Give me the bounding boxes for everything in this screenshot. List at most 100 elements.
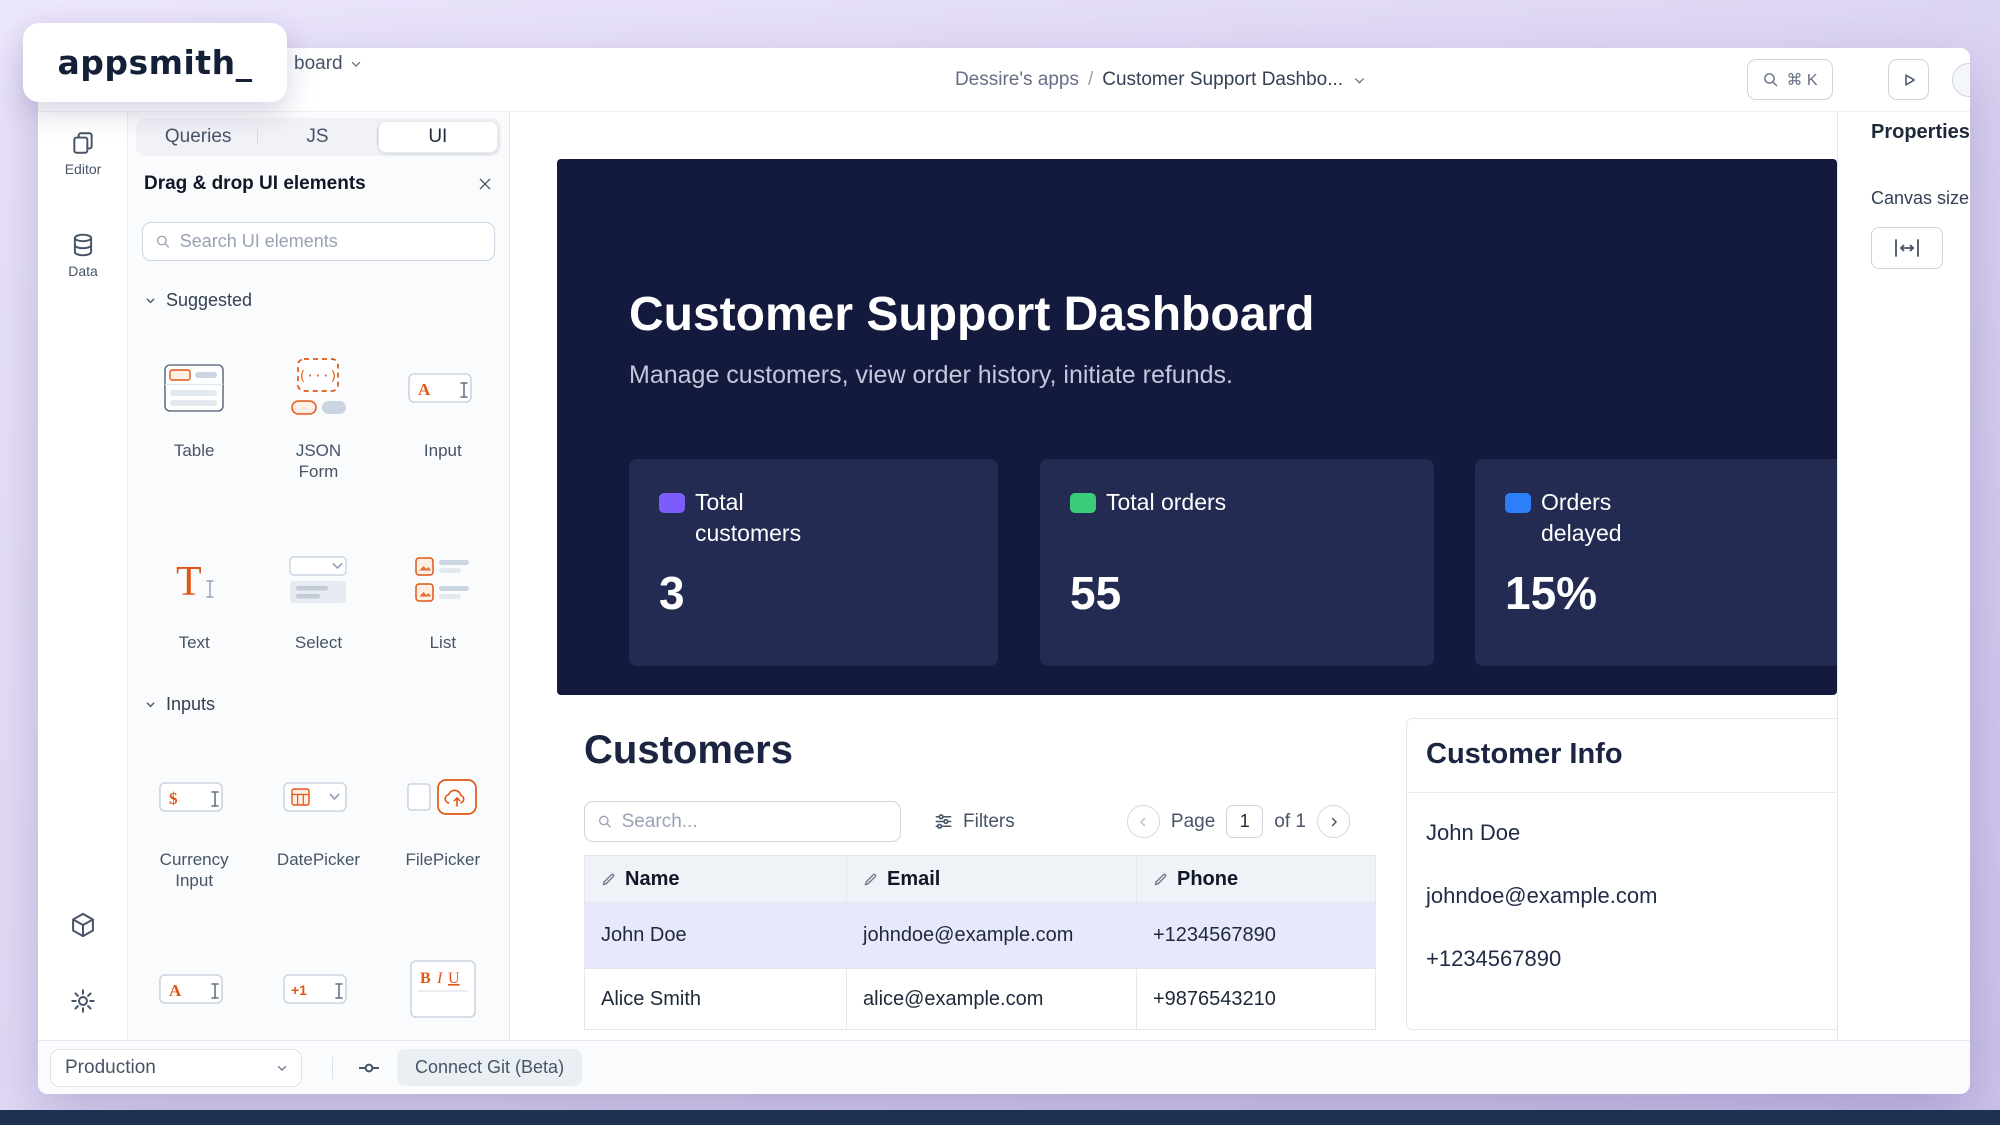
search-icon — [1762, 71, 1779, 88]
widget-label: FilePicker — [406, 849, 481, 870]
column-label: Name — [625, 868, 679, 891]
settings-button[interactable] — [38, 987, 128, 1015]
panel-title: Drag & drop UI elements — [144, 173, 366, 195]
prev-page-button[interactable] — [1127, 805, 1160, 838]
libraries-button[interactable] — [38, 911, 128, 939]
currency-input-widget-icon: $ — [159, 745, 229, 849]
widget-card-datepicker[interactable]: DatePicker — [256, 745, 380, 891]
connect-git-button[interactable]: Connect Git (Beta) — [397, 1049, 582, 1086]
appsmith-logo-card: appsmith_ — [23, 23, 287, 102]
json-form-widget-icon: (···) — [285, 336, 351, 440]
chevron-down-icon — [144, 294, 157, 307]
widget-card-filepicker[interactable]: FilePicker — [381, 745, 505, 891]
customer-info-card[interactable]: Customer Info John Doe johndoe@example.c… — [1406, 718, 1837, 1030]
next-page-button[interactable] — [1317, 805, 1350, 838]
stat-chip-green — [1070, 493, 1096, 513]
widget-card-input-2[interactable]: A Input — [132, 937, 256, 1040]
widget-card-rich-text[interactable]: BIU Rich Text Editor — [381, 937, 505, 1040]
svg-text:A: A — [169, 981, 182, 1000]
omnibar-search[interactable]: ⌘ K — [1747, 59, 1833, 100]
tab-queries[interactable]: Queries — [139, 121, 257, 153]
widget-card-select[interactable]: Select — [256, 528, 380, 653]
filters-button[interactable]: Filters — [934, 801, 1015, 842]
widget-search[interactable] — [142, 222, 495, 261]
preview-run-button[interactable] — [1888, 59, 1929, 100]
tab-js[interactable]: JS — [258, 121, 376, 153]
customer-info-name: John Doe — [1426, 819, 1520, 847]
widget-card-list[interactable]: List — [381, 528, 505, 653]
sidebar-item-data[interactable]: Data — [38, 232, 128, 279]
widget-card-input[interactable]: A Input — [381, 336, 505, 482]
tab-label: UI — [428, 126, 447, 148]
stat-label: Total orders — [1106, 487, 1256, 518]
stat-card-orders-delayed[interactable]: Orders delayed 15% — [1475, 459, 1837, 666]
hero-container[interactable]: Customer Support Dashboard Manage custom… — [557, 159, 1837, 695]
table-row[interactable]: John Doe johndoe@example.com +1234567890 — [585, 902, 1375, 968]
datepicker-widget-icon — [283, 745, 353, 849]
svg-text:T: T — [176, 559, 202, 605]
environment-select[interactable]: Production — [50, 1049, 302, 1087]
stat-value: 15% — [1505, 565, 1597, 621]
taskbar-strip — [0, 1110, 2000, 1125]
widget-card-json-form[interactable]: (···) JSON Form — [256, 336, 380, 482]
stat-card-total-orders[interactable]: Total orders 55 — [1040, 459, 1434, 666]
divider — [1407, 792, 1837, 793]
sidebar-item-label: Data — [68, 263, 98, 279]
svg-text:U: U — [448, 970, 460, 987]
app-name-fragment: board — [294, 53, 343, 75]
cube-icon — [69, 911, 97, 939]
text-widget-icon: T — [171, 528, 217, 632]
logo-cursor: _ — [236, 43, 253, 82]
filters-icon — [934, 812, 953, 831]
git-commit-icon — [357, 1056, 381, 1080]
breadcrumb-separator: / — [1088, 69, 1093, 91]
section-inputs-toggle[interactable]: Inputs — [144, 691, 493, 717]
section-suggested-toggle[interactable]: Suggested — [144, 287, 493, 313]
column-header-phone[interactable]: Phone — [1136, 856, 1375, 902]
filters-label: Filters — [963, 811, 1015, 833]
widget-card-table[interactable]: Table — [132, 336, 256, 482]
widget-label: JSON Form — [279, 440, 357, 482]
widget-label: Currency Input — [155, 849, 233, 891]
tab-label: JS — [306, 126, 328, 148]
resize-width-icon — [1894, 237, 1920, 259]
chevron-left-icon — [1136, 815, 1150, 829]
column-label: Phone — [1177, 868, 1238, 891]
section-title: Inputs — [166, 694, 215, 715]
app-canvas: Customer Support Dashboard Manage custom… — [510, 112, 1837, 1040]
stat-card-total-customers[interactable]: Total customers 3 — [629, 459, 998, 666]
stat-chip-purple — [659, 493, 685, 513]
pencil-icon — [601, 872, 616, 887]
chevron-down-icon[interactable] — [1352, 73, 1367, 88]
widget-search-input[interactable] — [180, 231, 482, 252]
canvas-resize-button[interactable] — [1871, 227, 1943, 269]
editor-segment-tabs: Queries JS UI — [136, 118, 501, 156]
widget-card-text[interactable]: T Text — [132, 528, 256, 653]
widget-label: Table — [174, 440, 215, 461]
cell-name: Alice Smith — [585, 969, 846, 1029]
app-name-dropdown[interactable]: board — [294, 50, 363, 78]
cell-phone: +1234567890 — [1136, 903, 1375, 968]
gear-icon — [69, 987, 97, 1015]
avatar[interactable] — [1952, 63, 1970, 97]
workspace-link[interactable]: Dessire's apps — [955, 69, 1079, 91]
widget-card-currency-input[interactable]: $ Currency Input — [132, 745, 256, 891]
sidebar-item-editor[interactable]: Editor — [38, 130, 128, 177]
stat-chip-blue — [1505, 493, 1531, 513]
tab-ui[interactable]: UI — [378, 121, 498, 153]
table-row[interactable]: Alice Smith alice@example.com +987654321… — [585, 968, 1375, 1029]
tab-label: Queries — [165, 126, 232, 148]
column-header-name[interactable]: Name — [585, 856, 846, 902]
column-header-email[interactable]: Email — [846, 856, 1136, 902]
logo-brand-text: appsmith — [57, 43, 235, 82]
app-title[interactable]: Customer Support Dashbo... — [1102, 69, 1343, 91]
table-pagination: Page of 1 — [1110, 801, 1350, 842]
table-search[interactable] — [584, 801, 901, 842]
table-search-input[interactable] — [622, 811, 888, 833]
customers-title: Customers — [584, 724, 793, 776]
hero-title: Customer Support Dashboard — [629, 286, 1314, 344]
page-number-input[interactable] — [1226, 805, 1263, 838]
close-icon[interactable] — [477, 176, 493, 192]
widget-card-phone-input[interactable]: +1 Phone Input — [256, 937, 380, 1040]
widget-label: Text — [179, 632, 210, 653]
